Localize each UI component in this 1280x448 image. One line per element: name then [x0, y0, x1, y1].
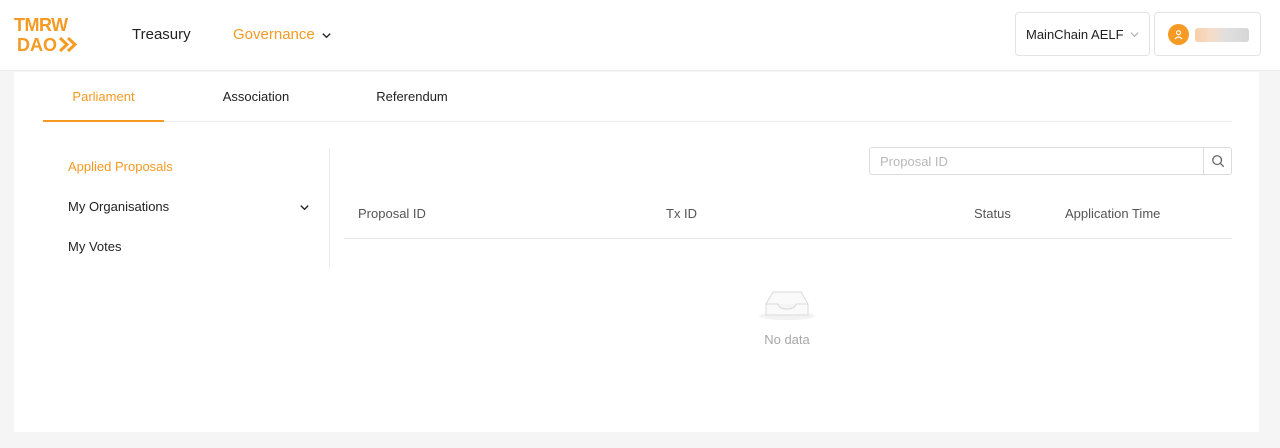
chevron-down-icon[interactable]	[299, 202, 310, 213]
sidebar-item-my-votes[interactable]: My Votes	[68, 238, 121, 256]
user-icon	[1168, 24, 1189, 45]
search-icon	[1211, 155, 1224, 168]
search-button[interactable]	[1203, 148, 1231, 174]
empty-inbox-icon	[759, 291, 815, 320]
tab-parliament[interactable]: Parliament	[43, 72, 164, 122]
governance-panel: Parliament Association Referendum Applie…	[14, 72, 1259, 432]
search-input[interactable]	[870, 148, 1203, 174]
chevron-down-icon	[322, 32, 331, 38]
sidebar-item-applied-proposals[interactable]: Applied Proposals	[68, 158, 173, 176]
sidebar-menu: Applied Proposals My Organisations My Vo…	[43, 148, 330, 269]
column-header-application-time: Application Time	[1065, 206, 1161, 221]
tmrw-dao-logo[interactable]: TMRW DAO	[14, 14, 90, 55]
table-header: Proposal ID Tx ID Status Application Tim…	[344, 190, 1232, 239]
chain-selector[interactable]: MainChain AELF	[1015, 12, 1150, 56]
svg-text:DAO: DAO	[17, 35, 57, 54]
nav-governance-label: Governance	[233, 26, 315, 43]
empty-state-text: No data	[764, 332, 810, 347]
governance-tabs: Parliament Association Referendum	[43, 72, 1232, 122]
nav-treasury[interactable]: Treasury	[132, 25, 191, 45]
svg-text:TMRW: TMRW	[14, 15, 68, 35]
account-address-blurred	[1195, 28, 1249, 42]
tab-association[interactable]: Association	[203, 72, 309, 122]
proposal-search	[869, 147, 1232, 175]
top-bar: TMRW DAO Treasury Governance MainChain A…	[0, 0, 1280, 71]
account-button[interactable]	[1154, 12, 1261, 56]
column-header-proposal-id: Proposal ID	[358, 206, 426, 221]
column-header-status: Status	[974, 206, 1011, 221]
nav-governance[interactable]: Governance	[233, 25, 332, 45]
sidebar-item-my-organisations[interactable]: My Organisations	[68, 198, 169, 216]
chain-selector-value: MainChain AELF	[1026, 26, 1124, 42]
tab-referendum[interactable]: Referendum	[355, 72, 469, 122]
empty-state: No data	[744, 282, 830, 347]
chevron-down-icon	[1130, 32, 1139, 38]
column-header-tx-id: Tx ID	[666, 206, 698, 221]
